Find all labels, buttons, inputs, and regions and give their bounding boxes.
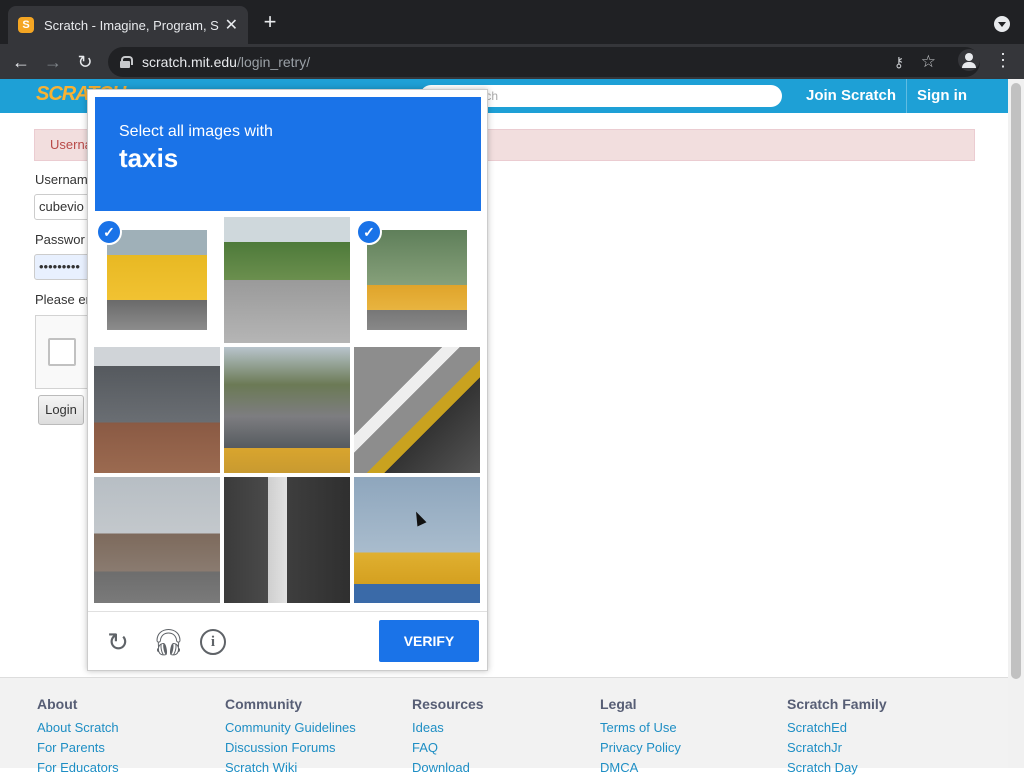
username-label: Usernam <box>35 172 88 187</box>
footer-link[interactable]: Scratch Day <box>787 758 887 778</box>
browser-toolbar: ← → ↻ scratch.mit.edu/login_retry/ ⚷ ☆ <box>0 44 1024 79</box>
divider <box>88 611 487 612</box>
footer-link[interactable]: DMCA <box>600 758 681 778</box>
footer-link[interactable]: Ideas <box>412 718 484 738</box>
footer-heading: Scratch Family <box>787 696 887 712</box>
profile-icon[interactable] <box>958 49 980 71</box>
username-field[interactable]: cubevio <box>34 194 94 220</box>
audio-challenge-icon[interactable]: 🎧︎ <box>152 628 185 656</box>
captcha-tile-road-markings[interactable] <box>354 347 480 473</box>
captcha-tile-image <box>107 230 207 330</box>
footer-link[interactable]: For Educators <box>37 758 119 778</box>
captcha-tile-image <box>224 347 350 473</box>
captcha-tile-image <box>354 477 480 603</box>
key-icon[interactable]: ⚷ <box>894 54 904 71</box>
captcha-instruction: Select all images with <box>119 123 273 140</box>
captcha-tile-traffic-street[interactable] <box>224 347 350 473</box>
sign-in-button[interactable]: Sign in <box>906 79 977 113</box>
checkmark-icon: ✓ <box>96 219 122 245</box>
footer-column-about: About About Scratch For Parents For Educ… <box>37 696 119 778</box>
site-footer: About About Scratch For Parents For Educ… <box>0 677 1008 775</box>
captcha-challenge: Select all images with taxis ✓ ✓ ↻ 🎧︎ i V… <box>87 89 488 671</box>
footer-heading: Resources <box>412 696 484 712</box>
footer-heading: Community <box>225 696 302 712</box>
new-tab-icon[interactable]: + <box>258 10 282 34</box>
footer-heading: Legal <box>600 696 637 712</box>
footer-column-family: Scratch Family ScratchEd ScratchJr Scrat… <box>787 696 887 778</box>
url-host: scratch.mit.edu <box>142 54 237 70</box>
captcha-tile-taxi-street[interactable]: ✓ <box>354 217 480 343</box>
footer-link[interactable]: Privacy Policy <box>600 738 681 758</box>
footer-link[interactable]: Community Guidelines <box>225 718 356 738</box>
login-button[interactable]: Login <box>38 395 84 425</box>
captcha-prompt-label: Please en <box>35 292 93 307</box>
footer-link[interactable]: ScratchEd <box>787 718 887 738</box>
info-icon[interactable]: i <box>200 629 226 655</box>
footer-link[interactable]: About Scratch <box>37 718 119 738</box>
footer-link[interactable]: For Parents <box>37 738 119 758</box>
captcha-header: Select all images with taxis <box>95 97 481 211</box>
close-tab-icon[interactable]: ✕ <box>225 15 238 35</box>
footer-link[interactable]: Discussion Forums <box>225 738 356 758</box>
captcha-tile-image <box>224 217 350 343</box>
bookmark-star-icon[interactable]: ☆ <box>921 52 936 72</box>
scratch-favicon-icon: S <box>18 17 34 33</box>
reload-challenge-icon[interactable]: ↻ <box>104 628 132 656</box>
back-arrow-icon[interactable]: ← <box>8 49 34 75</box>
tab-title: Scratch - Imagine, Program, Sh <box>44 17 219 33</box>
captcha-tile-bridge-pillar[interactable] <box>224 477 350 603</box>
footer-column-resources: Resources Ideas FAQ Download <box>412 696 484 778</box>
footer-link[interactable]: Terms of Use <box>600 718 681 738</box>
checkmark-icon: ✓ <box>356 219 382 245</box>
recaptcha-widget <box>35 315 95 389</box>
password-label: Passwor <box>35 232 85 247</box>
footer-column-community: Community Community Guidelines Discussio… <box>225 696 356 778</box>
forward-arrow-icon[interactable]: → <box>40 49 66 75</box>
footer-heading: About <box>37 696 78 712</box>
captcha-tile-image <box>224 477 350 603</box>
lock-icon[interactable] <box>120 56 133 68</box>
captcha-tile-taxi-front[interactable]: ✓ <box>94 217 220 343</box>
password-field[interactable]: ••••••••• <box>34 254 94 280</box>
captcha-tile-house-roof[interactable] <box>94 347 220 473</box>
footer-column-legal: Legal Terms of Use Privacy Policy DMCA <box>600 696 681 778</box>
tab-search-icon[interactable] <box>994 16 1010 32</box>
recaptcha-checkbox[interactable] <box>48 338 76 366</box>
captcha-tile-city-street[interactable] <box>94 477 220 603</box>
address-bar[interactable]: scratch.mit.edu/login_retry/ ⚷ ☆ <box>108 47 980 77</box>
captcha-tile-image <box>354 347 480 473</box>
reload-icon[interactable]: ↻ <box>72 49 98 75</box>
footer-link[interactable]: Download <box>412 758 484 778</box>
url-path: /login_retry/ <box>236 54 311 70</box>
captcha-target-word: taxis <box>119 143 179 173</box>
join-scratch-button[interactable]: Join Scratch <box>796 79 906 113</box>
scrollbar-thumb[interactable] <box>1011 83 1021 679</box>
captcha-tile-image <box>94 477 220 603</box>
footer-link[interactable]: FAQ <box>412 738 484 758</box>
page-scrollbar[interactable] <box>1008 79 1024 768</box>
footer-link[interactable]: Scratch Wiki <box>225 758 356 778</box>
browser-tab-bar: S Scratch - Imagine, Program, Sh ✕ + <box>0 0 1024 44</box>
verify-button[interactable]: VERIFY <box>379 620 479 662</box>
captcha-tile-storefront-sign[interactable] <box>354 477 480 603</box>
browser-tab[interactable]: S Scratch - Imagine, Program, Sh ✕ <box>8 6 248 44</box>
menu-kebab-icon[interactable]: ⋮ <box>994 50 1012 70</box>
footer-link[interactable]: ScratchJr <box>787 738 887 758</box>
captcha-tile-road-intersection[interactable] <box>224 217 350 343</box>
captcha-tile-image <box>94 347 220 473</box>
captcha-tile-image <box>367 230 467 330</box>
